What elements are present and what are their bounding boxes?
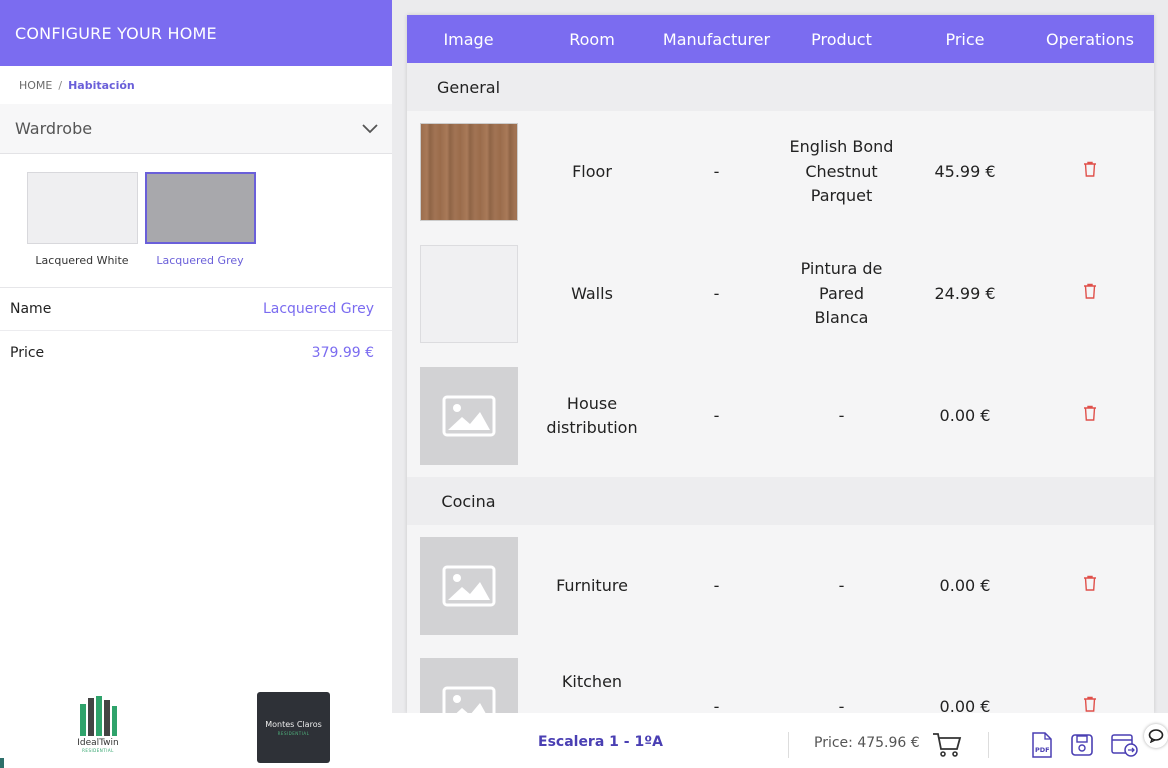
product-cell: -	[838, 575, 845, 595]
operations-cell	[1026, 404, 1154, 429]
total-price: Price: 475.96 €	[814, 735, 920, 751]
image-placeholder-icon	[442, 565, 496, 607]
trash-icon[interactable]	[1082, 404, 1098, 422]
manufacturer-cell: -	[713, 283, 720, 303]
price-cell: 0.00 €	[939, 575, 991, 595]
name-key: Name	[10, 301, 52, 317]
price-cell: 0.00 €	[939, 405, 991, 425]
price-cell: 45.99 €	[934, 161, 996, 181]
building-icon	[80, 696, 117, 736]
group-header: General	[407, 63, 1154, 111]
breadcrumb-home[interactable]: HOME	[19, 79, 52, 92]
swatch-chip	[26, 172, 138, 244]
svg-text:PDF: PDF	[1035, 746, 1050, 754]
idealtwin-sub: RESIDENTIAL	[82, 748, 114, 753]
product-image[interactable]	[420, 123, 518, 221]
image-placeholder-icon	[442, 686, 496, 713]
manufacturer-cell: -	[713, 405, 720, 425]
montes-claros-logo: Montes Claros RESIDENTIAL	[257, 692, 330, 763]
operations-cell	[1026, 658, 1154, 713]
panel-title: CONFIGURE YOUR HOME	[0, 0, 392, 66]
operations-cell	[1026, 160, 1154, 185]
footer-bar: Escalera 1 - 1ºA Price: 475.96 € PDF	[392, 713, 1168, 768]
name-value: Lacquered Grey	[262, 301, 374, 317]
trash-icon[interactable]	[1082, 160, 1098, 178]
product-cell: English Bond Chestnut Parquet	[789, 137, 894, 206]
budget-table: Image Room Manufacturer Product Price Op…	[407, 15, 1154, 713]
category-dropdown[interactable]: Wardrobe	[0, 104, 392, 154]
image-placeholder[interactable]	[420, 537, 518, 635]
breadcrumb: HOME / Habitación	[0, 66, 392, 104]
table-row: Walls - Pintura de Pared Blanca 24.99 €	[407, 233, 1154, 355]
pdf-icon[interactable]: PDF	[1027, 730, 1057, 760]
image-placeholder[interactable]	[420, 658, 518, 713]
swatch-lacquered-grey[interactable]: Lacquered Grey	[144, 172, 256, 287]
trash-icon[interactable]	[1082, 574, 1098, 592]
material-swatches: Lacquered White Lacquered Grey	[0, 154, 392, 288]
table-header: Image Room Manufacturer Product Price Op…	[407, 15, 1154, 63]
room-cell: Walls	[571, 283, 613, 303]
price-key: Price	[10, 344, 45, 361]
header-manufacturer: Manufacturer	[662, 29, 771, 49]
operations-cell	[1026, 574, 1154, 599]
trash-icon[interactable]	[1082, 695, 1098, 713]
app-root: CONFIGURE YOUR HOME HOME / Habitación Wa…	[0, 0, 1168, 768]
product-cell: Pintura de Pared Blanca	[800, 259, 883, 328]
budget-panel: Image Room Manufacturer Product Price Op…	[392, 0, 1168, 713]
accent-mark	[0, 758, 4, 768]
table-row: Floor - English Bond Chestnut Parquet 45…	[407, 111, 1154, 233]
product-cell: -	[838, 405, 845, 425]
operations-cell	[1026, 282, 1154, 307]
price-cell: 0.00 €	[939, 697, 991, 713]
image-placeholder-icon	[442, 395, 496, 437]
footer-divider	[788, 732, 789, 758]
header-price: Price	[945, 29, 985, 49]
table-row: Kitchen - - 0.00 €	[407, 647, 1154, 713]
price-cell: 24.99 €	[934, 283, 996, 303]
header-product: Product	[811, 29, 872, 49]
manufacturer-cell: -	[713, 575, 720, 595]
trash-icon[interactable]	[1082, 282, 1098, 300]
category-label: Wardrobe	[15, 119, 93, 138]
chat-icon[interactable]	[1144, 724, 1168, 748]
cart-icon[interactable]	[932, 730, 962, 760]
share-budget-icon[interactable]	[1110, 730, 1140, 760]
room-cell: Floor	[572, 161, 612, 181]
configurator-panel: CONFIGURE YOUR HOME HOME / Habitación Wa…	[0, 0, 392, 768]
swatch-chip	[144, 172, 256, 244]
group-label: General	[436, 77, 501, 97]
header-room: Room	[569, 29, 615, 49]
swatch-lacquered-white[interactable]: Lacquered White	[26, 172, 138, 287]
montes-name: Montes Claros	[265, 719, 322, 729]
room-cell: House distribution	[546, 393, 638, 438]
manufacturer-cell: -	[713, 697, 720, 713]
group-label: Cocina	[441, 491, 496, 511]
swatch-label: Lacquered Grey	[156, 254, 244, 267]
save-icon[interactable]	[1067, 730, 1097, 760]
swatch-label: Lacquered White	[35, 254, 129, 267]
room-cell: Furniture	[556, 575, 628, 595]
product-cell: -	[838, 697, 845, 713]
chevron-down-icon	[362, 121, 378, 137]
idealtwin-name: IdealTwin	[77, 738, 119, 748]
idealtwin-logo: IdealTwin RESIDENTIAL	[68, 696, 128, 760]
breadcrumb-separator: /	[58, 78, 63, 92]
group-header: Cocina	[407, 477, 1154, 525]
footer-divider	[988, 732, 989, 758]
table-row: Furniture - - 0.00 €	[407, 525, 1154, 647]
room-cell: Kitchen	[561, 672, 623, 691]
logos-area: IdealTwin RESIDENTIAL Montes Claros RESI…	[0, 686, 392, 768]
table-row: House distribution - - 0.00 €	[407, 355, 1154, 477]
image-placeholder[interactable]	[420, 367, 518, 465]
staircase-label: Escalera 1 - 1ºA	[538, 734, 663, 750]
header-operations: Operations	[1046, 29, 1134, 49]
breadcrumb-current: Habitación	[68, 78, 135, 92]
manufacturer-cell: -	[713, 161, 720, 181]
name-row: Name Lacquered Grey	[0, 288, 392, 331]
price-row: Price 379.99 €	[0, 331, 392, 374]
price-value: 379.99 €	[311, 344, 374, 361]
header-image: Image	[443, 29, 494, 49]
montes-sub: RESIDENTIAL	[277, 730, 310, 736]
product-image[interactable]	[420, 245, 518, 343]
